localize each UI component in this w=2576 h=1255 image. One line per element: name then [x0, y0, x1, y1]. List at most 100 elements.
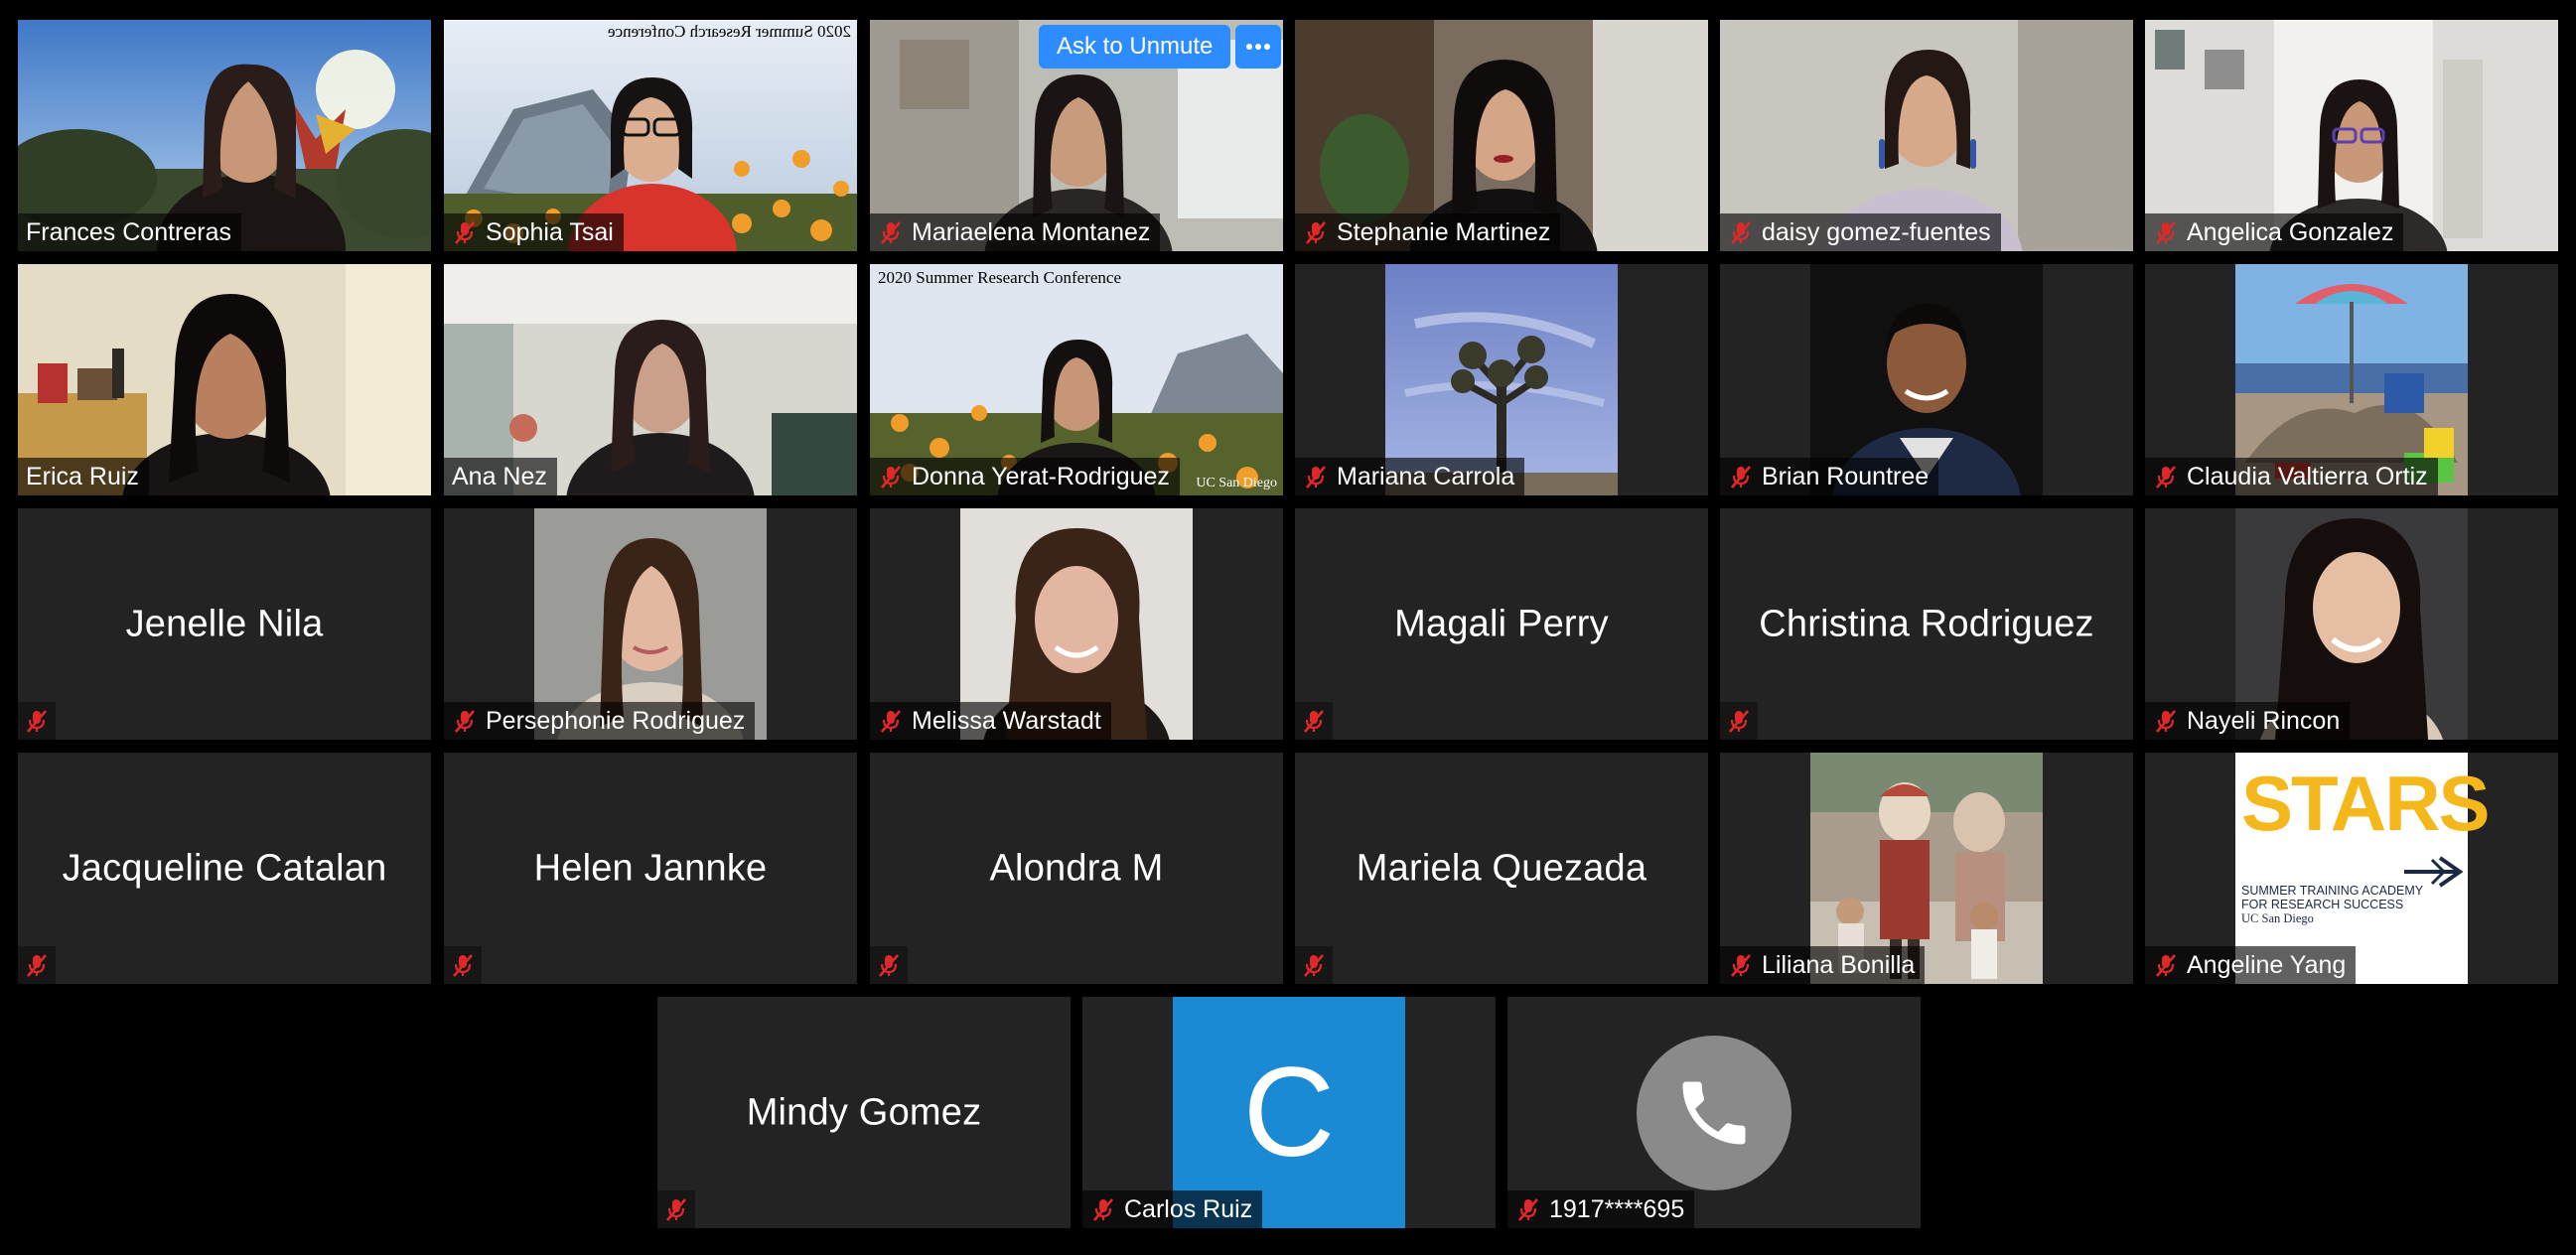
participant-name-label: [870, 946, 908, 984]
participant-name-label: 1917****695: [1507, 1190, 1695, 1228]
gallery-view: Frances Contreras 2020 Summer Research C…: [0, 0, 2576, 1255]
stars-logo-title: STARS: [2241, 760, 2491, 847]
conference-footer: UC San Diego: [1196, 476, 1277, 490]
participant-name: Claudia Valtierra Ortiz: [2187, 463, 2428, 490]
participant-name-label: Melissa Warstadt: [870, 702, 1111, 740]
participant-tile-jacqueline-catalan[interactable]: Jacqueline Catalan: [18, 753, 431, 984]
participant-name: Persephonie Rodriguez: [486, 707, 746, 735]
mic-muted-icon: [878, 219, 904, 245]
participant-tile-claudia-valtierra-ortiz[interactable]: Claudia Valtierra Ortiz: [2145, 264, 2558, 495]
mic-muted-icon: [24, 708, 50, 734]
mic-muted-icon: [1303, 464, 1329, 489]
mic-muted-icon: [1515, 1196, 1541, 1222]
participant-name-label: Ana Nez: [444, 458, 557, 495]
stars-subtitle-line: UC San Diego: [2241, 911, 2314, 925]
participant-tile-mariana-carrola[interactable]: Mariana Carrola: [1295, 264, 1708, 495]
mic-muted-icon: [2153, 219, 2179, 245]
participant-name-label: Erica Ruiz: [18, 458, 149, 495]
participant-name: Brian Rountree: [1762, 463, 1930, 490]
mic-muted-icon: [1301, 708, 1327, 734]
participant-tile-stephanie-martinez[interactable]: Stephanie Martinez: [1295, 20, 1708, 251]
participant-name: Stephanie Martinez: [1337, 218, 1551, 246]
participant-name-label: [18, 946, 56, 984]
participant-name: Erica Ruiz: [26, 463, 139, 490]
participant-name: daisy gomez-fuentes: [1762, 218, 1991, 246]
participant-name: Ana Nez: [452, 463, 547, 490]
participant-name: Carlos Ruiz: [1124, 1195, 1253, 1223]
participant-tile-ana-nez[interactable]: Ana Nez: [444, 264, 857, 495]
participant-tile-brian-rountree[interactable]: Brian Rountree: [1720, 264, 2133, 495]
phone-avatar: [1637, 1035, 1791, 1190]
mic-muted-icon: [1303, 219, 1329, 245]
participant-name-label: daisy gomez-fuentes: [1720, 213, 2001, 251]
phone-icon: [1682, 1081, 1746, 1144]
participant-display-name: Magali Perry: [1394, 603, 1609, 644]
more-options-button[interactable]: [1235, 25, 1281, 69]
participant-tile-mariaelena-montanez[interactable]: Ask to Unmute Mariaelena Montanez: [870, 20, 1283, 251]
conference-banner-mirrored: 2020 Summer Research Conference: [608, 22, 851, 41]
participant-tile-helen-jannke[interactable]: Helen Jannke: [444, 753, 857, 984]
mic-muted-icon: [876, 952, 902, 978]
participant-name: Mariana Carrola: [1337, 463, 1515, 490]
participant-display-name: Helen Jannke: [533, 847, 768, 889]
participant-tile-angeline-yang[interactable]: STARS SUMMER TRAINING ACADEMY FOR RESEAR…: [2145, 753, 2558, 984]
mic-muted-icon: [1301, 952, 1327, 978]
participant-name: Liliana Bonilla: [1762, 951, 1916, 979]
participant-tile-alondra-m[interactable]: Alondra M: [870, 753, 1283, 984]
participant-tile-persephonie-rodriguez[interactable]: Persephonie Rodriguez: [444, 508, 857, 740]
participant-name-label: [1720, 702, 1758, 740]
participant-name-label: [444, 946, 482, 984]
mic-muted-icon: [452, 708, 478, 734]
participant-display-name: Mariela Quezada: [1356, 847, 1647, 889]
participant-name: Melissa Warstadt: [912, 707, 1101, 735]
participant-name: Mariaelena Montanez: [912, 218, 1151, 246]
participant-name-label: Angeline Yang: [2145, 946, 2357, 984]
participant-display-name: Christina Rodriguez: [1759, 603, 2094, 644]
participant-name-label: Brian Rountree: [1720, 458, 1939, 495]
participant-tile-carlos-ruiz[interactable]: C Carlos Ruiz: [1082, 997, 1496, 1228]
participant-name-label: Angelica Gonzalez: [2145, 213, 2404, 251]
participant-tile-frances-contreras[interactable]: Frances Contreras: [18, 20, 431, 251]
participant-name-label: [657, 1190, 695, 1228]
ask-to-unmute-button[interactable]: Ask to Unmute: [1039, 25, 1231, 69]
participant-tile-christina-rodriguez[interactable]: Christina Rodriguez: [1720, 508, 2133, 740]
mic-muted-icon: [663, 1196, 689, 1222]
participant-tile-erica-ruiz[interactable]: Erica Ruiz: [18, 264, 431, 495]
participant-tile-mindy-gomez[interactable]: Mindy Gomez: [657, 997, 1071, 1228]
participant-tile-liliana-bonilla[interactable]: Liliana Bonilla: [1720, 753, 2133, 984]
participant-name-label: Stephanie Martinez: [1295, 213, 1561, 251]
participant-name: Donna Yerat-Rodriguez: [912, 463, 1170, 490]
avatar-initial: C: [1242, 1042, 1336, 1184]
mic-muted-icon: [2153, 952, 2179, 978]
participant-name: Angeline Yang: [2187, 951, 2347, 979]
ellipsis-icon: [1246, 44, 1270, 50]
participant-name: Frances Contreras: [26, 218, 232, 246]
mic-muted-icon: [450, 952, 476, 978]
participant-name: Sophia Tsai: [486, 218, 614, 246]
participant-name: Angelica Gonzalez: [2187, 218, 2394, 246]
participant-tile-daisy-gomez-fuentes[interactable]: daisy gomez-fuentes: [1720, 20, 2133, 251]
mic-muted-icon: [878, 708, 904, 734]
participant-tile-sophia-tsai[interactable]: 2020 Summer Research Conference Sophia T…: [444, 20, 857, 251]
participant-tile-angelica-gonzalez[interactable]: Angelica Gonzalez: [2145, 20, 2558, 251]
participant-name-label: Sophia Tsai: [444, 213, 624, 251]
participant-tile-jenelle-nila[interactable]: Jenelle Nila: [18, 508, 431, 740]
participant-tile-donna-yerat-rodriguez[interactable]: 2020 Summer Research Conference UC San D…: [870, 264, 1283, 495]
participant-tile-nayeli-rincon[interactable]: Nayeli Rincon: [2145, 508, 2558, 740]
participant-name: Nayeli Rincon: [2187, 707, 2341, 735]
participant-name-label: [1295, 702, 1333, 740]
mic-muted-icon: [1726, 708, 1752, 734]
mic-muted-icon: [1090, 1196, 1116, 1222]
participant-name-label: Mariaelena Montanez: [870, 213, 1161, 251]
stars-subtitle-line: SUMMER TRAINING ACADEMY: [2241, 884, 2424, 898]
participant-name-label: Persephonie Rodriguez: [444, 702, 756, 740]
participant-name-label: [18, 702, 56, 740]
participant-display-name: Jacqueline Catalan: [62, 847, 387, 889]
participant-name: 1917****695: [1549, 1195, 1685, 1223]
participant-name-label: Mariana Carrola: [1295, 458, 1525, 495]
participant-tile-phone-caller[interactable]: 1917****695: [1507, 997, 1921, 1228]
mic-muted-icon: [878, 464, 904, 489]
participant-tile-mariela-quezada[interactable]: Mariela Quezada: [1295, 753, 1708, 984]
participant-tile-melissa-warstadt[interactable]: Melissa Warstadt: [870, 508, 1283, 740]
participant-tile-magali-perry[interactable]: Magali Perry: [1295, 508, 1708, 740]
